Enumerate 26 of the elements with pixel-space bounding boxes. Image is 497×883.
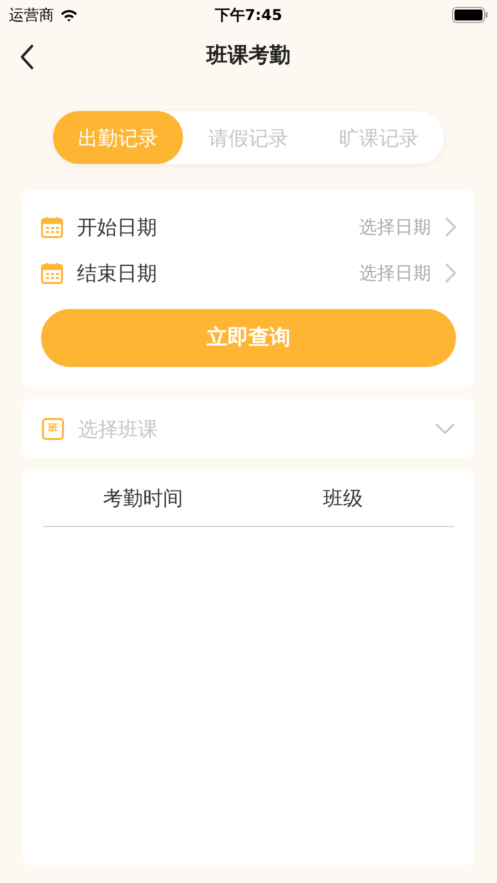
select-placeholder: 选择班课 bbox=[78, 416, 159, 442]
tab[interactable]: 旷课记录 bbox=[314, 111, 444, 164]
chevron-right-icon bbox=[445, 217, 456, 237]
wifi-icon bbox=[60, 8, 78, 22]
status-time: 下午7:45 bbox=[214, 4, 282, 26]
tab[interactable]: 出勤记录 bbox=[53, 111, 184, 164]
page-title: 班课考勤 bbox=[206, 42, 290, 70]
class-select[interactable]: 班 选择班课 bbox=[22, 399, 475, 458]
carrier-name: 运营商 bbox=[9, 4, 54, 26]
column-header: 班级 bbox=[322, 484, 364, 512]
date-placeholder: 选择日期 bbox=[359, 216, 431, 240]
calendar-icon bbox=[41, 262, 63, 284]
battery-icon bbox=[452, 7, 488, 23]
class-badge-icon: 班 bbox=[42, 418, 64, 440]
chevron-right-icon bbox=[445, 263, 456, 283]
date-label: 开始日期 bbox=[77, 214, 158, 241]
date-placeholder: 选择日期 bbox=[359, 262, 431, 286]
date-row[interactable]: 结束日期 选择日期 bbox=[41, 250, 456, 296]
calendar-icon bbox=[41, 216, 63, 238]
back-icon[interactable] bbox=[19, 44, 35, 70]
date-row[interactable]: 开始日期 选择日期 bbox=[41, 204, 456, 250]
chevron-down-icon bbox=[435, 423, 455, 434]
date-label: 结束日期 bbox=[77, 260, 158, 287]
tab[interactable]: 请假记录 bbox=[183, 111, 314, 164]
column-header: 考勤时间 bbox=[102, 484, 184, 512]
query-button[interactable]: 立即查询 bbox=[41, 309, 456, 367]
